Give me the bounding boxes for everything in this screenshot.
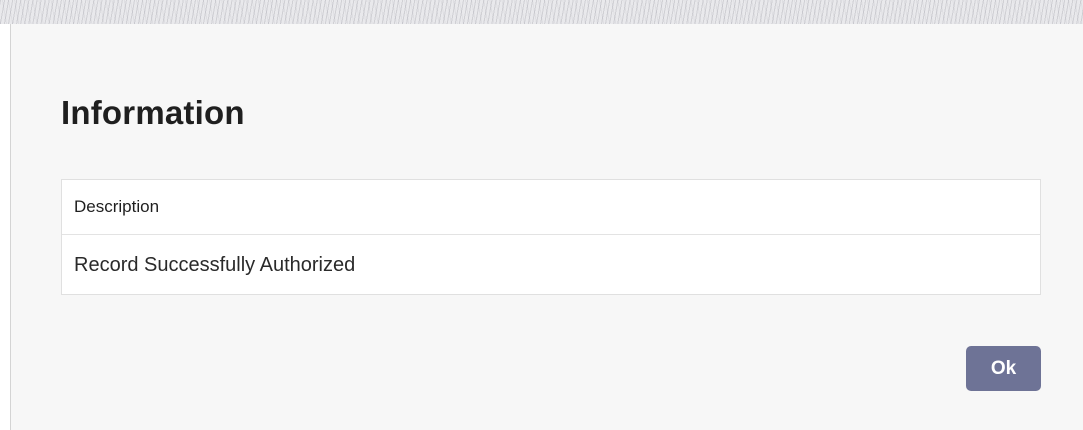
dialog-title: Information	[61, 94, 245, 131]
ok-button[interactable]: Ok	[966, 346, 1041, 391]
description-column-header: Description	[62, 180, 1040, 235]
information-dialog: Information Description Record Successfu…	[10, 24, 1083, 430]
backdrop-strip	[0, 0, 1083, 24]
description-table: Description Record Successfully Authoriz…	[61, 179, 1041, 295]
table-row: Record Successfully Authorized	[74, 253, 356, 276]
